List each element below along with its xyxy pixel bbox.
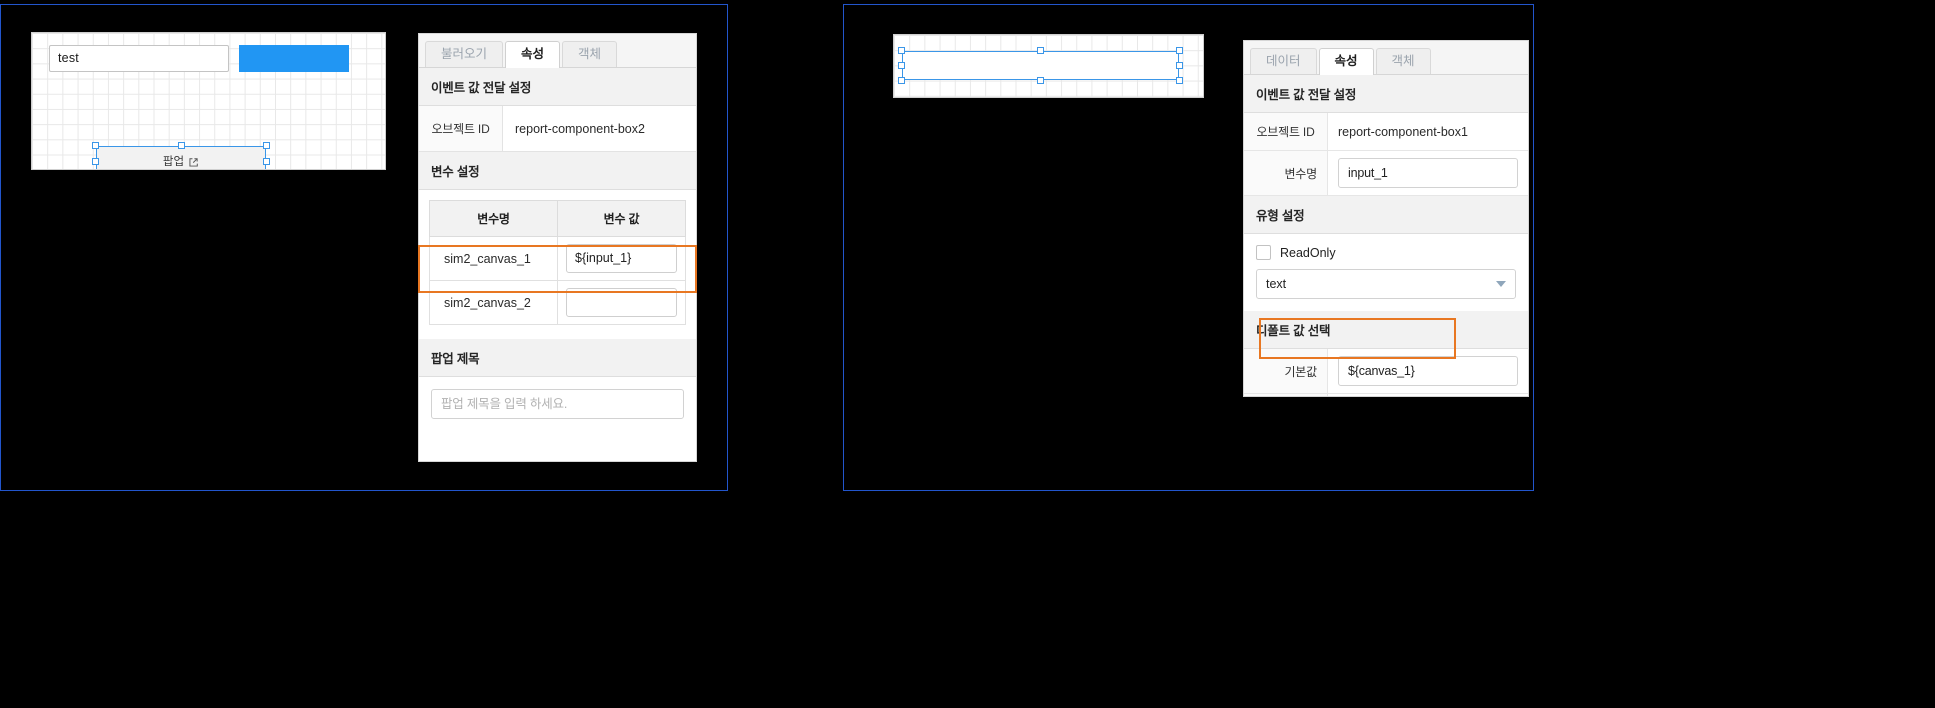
right-properties-panel: 데이터 속성 객체 이벤트 값 전달 설정 오브젝트 ID report-com… (1243, 40, 1529, 397)
readonly-checkbox[interactable] (1256, 245, 1271, 260)
variable-table-wrapper: 변수명 변수 값 sim2_canvas_1 ${input_1} sim2_c… (419, 190, 696, 339)
resize-handle-n[interactable] (1037, 47, 1044, 54)
left-panel-tabbar: 불러오기 속성 객체 (419, 34, 696, 68)
tab-properties[interactable]: 속성 (1318, 48, 1374, 75)
tab-object[interactable]: 객체 (562, 41, 618, 67)
resize-handle-e[interactable] (263, 157, 270, 165)
hint-text-label: 안내문구 (1244, 394, 1328, 396)
resize-handle-e[interactable] (1176, 62, 1183, 69)
tab-load[interactable]: 불러오기 (425, 41, 504, 67)
variable-value-input-2[interactable] (566, 288, 677, 317)
resize-handle-n[interactable] (177, 142, 185, 149)
left-design-canvas[interactable]: test 팝업 (31, 32, 386, 170)
object-id-value: report-component-box1 (1338, 124, 1468, 139)
resize-handle-ne[interactable] (1176, 47, 1183, 54)
col-variable-value: 변수 값 (557, 200, 686, 237)
readonly-checkbox-row[interactable]: ReadOnly (1244, 234, 1528, 265)
variable-name-input[interactable]: input_1 (1338, 158, 1518, 188)
popup-element-body[interactable]: 팝업 (96, 146, 266, 169)
resize-handle-se[interactable] (1176, 77, 1183, 84)
resize-handle-w[interactable] (92, 157, 99, 165)
resize-handle-nw[interactable] (898, 47, 905, 54)
variable-value-cell (557, 280, 686, 325)
type-select-wrapper: text (1244, 265, 1528, 311)
variable-name-row: 변수명 input_1 (1244, 151, 1528, 196)
selected-input-element[interactable] (898, 47, 1183, 84)
hint-text-row: 안내문구 안내문구를 입력하세요. (1244, 394, 1528, 396)
default-value-input[interactable]: ${canvas_1} (1338, 356, 1518, 386)
resize-handle-nw[interactable] (92, 142, 99, 149)
table-row: sim2_canvas_1 ${input_1} (429, 236, 686, 281)
input-element-body[interactable] (902, 51, 1179, 80)
popup-title-input[interactable]: 팝업 제목을 입력 하세요. (431, 389, 684, 419)
variable-value-input-1[interactable]: ${input_1} (566, 244, 677, 273)
section-header-event-value: 이벤트 값 전달 설정 (419, 68, 696, 106)
section-header-default-value: 디폴트 값 선택 (1244, 311, 1528, 349)
resize-handle-s[interactable] (1037, 77, 1044, 84)
resize-handle-sw[interactable] (898, 77, 905, 84)
selected-popup-element[interactable]: 팝업 (92, 142, 270, 169)
object-id-label: 오브젝트 ID (419, 106, 503, 151)
variable-name-cell: sim2_canvas_2 (429, 280, 558, 325)
variable-name-cell: sim2_canvas_1 (429, 236, 558, 281)
section-header-popup-title: 팝업 제목 (419, 339, 696, 377)
section-header-event-value: 이벤트 값 전달 설정 (1244, 75, 1528, 113)
object-id-row: 오브젝트 ID report-component-box2 (419, 106, 696, 152)
section-header-type-settings: 유형 설정 (1244, 196, 1528, 234)
right-design-canvas[interactable] (893, 34, 1204, 98)
popup-title-field-wrapper: 팝업 제목을 입력 하세요. (419, 377, 696, 435)
readonly-label: ReadOnly (1280, 245, 1336, 260)
hint-text-wrapper: 안내문구를 입력하세요. (1328, 394, 1528, 396)
popup-element-label: 팝업 (162, 156, 185, 168)
default-value-label: 기본값 (1244, 349, 1328, 393)
resize-handle-ne[interactable] (263, 142, 270, 149)
default-value-wrapper: ${canvas_1} (1328, 349, 1528, 393)
object-id-value: report-component-box2 (515, 121, 645, 136)
tab-object[interactable]: 객체 (1375, 48, 1431, 74)
type-select[interactable]: text (1256, 269, 1516, 299)
external-link-icon (188, 157, 199, 168)
object-id-row: 오브젝트 ID report-component-box1 (1244, 113, 1528, 151)
chevron-down-icon (1496, 281, 1506, 287)
section-header-variable-settings: 변수 설정 (419, 152, 696, 190)
left-properties-panel: 불러오기 속성 객체 이벤트 값 전달 설정 오브젝트 ID report-co… (418, 33, 697, 462)
screenshot-root: test 팝업 불러오기 속성 객체 이벤트 값 전달 설정 오브젝트 ID r… (0, 0, 1935, 708)
variable-table-header-row: 변수명 변수 값 (429, 200, 686, 237)
col-variable-name: 변수명 (429, 200, 558, 237)
variable-name-label: 변수명 (1244, 151, 1328, 195)
table-row: sim2_canvas_2 (429, 280, 686, 325)
default-value-row: 기본값 ${canvas_1} (1244, 349, 1528, 394)
right-panel-tabbar: 데이터 속성 객체 (1244, 41, 1528, 75)
tab-properties[interactable]: 속성 (505, 41, 561, 68)
canvas-text-input[interactable]: test (49, 45, 229, 72)
variable-value-cell: ${input_1} (557, 236, 686, 281)
variable-table: 변수명 변수 값 sim2_canvas_1 ${input_1} sim2_c… (429, 200, 686, 325)
variable-name-value-wrapper: input_1 (1328, 151, 1528, 195)
tab-data[interactable]: 데이터 (1250, 48, 1317, 74)
resize-handle-w[interactable] (898, 62, 905, 69)
canvas-primary-button[interactable] (239, 45, 349, 72)
object-id-label: 오브젝트 ID (1244, 113, 1328, 150)
